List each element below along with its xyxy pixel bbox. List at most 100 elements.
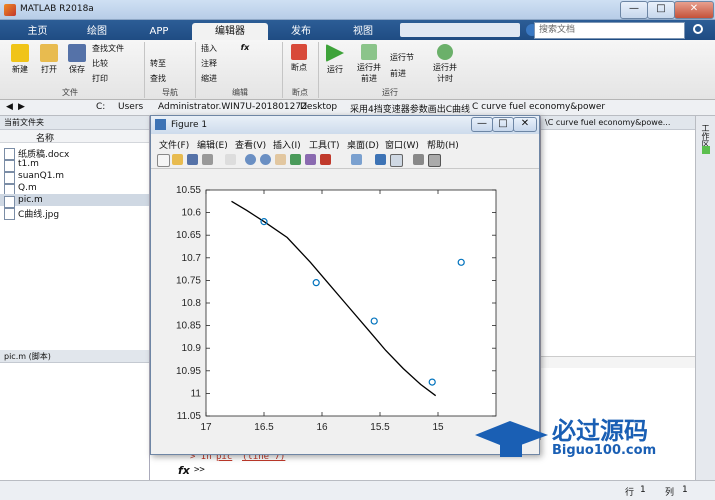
menu-help[interactable]: 帮助(H) <box>427 138 459 151</box>
open-button[interactable]: 打开 <box>36 44 62 75</box>
pointer-icon[interactable] <box>225 154 236 165</box>
fx-button[interactable]: fx <box>238 43 252 52</box>
command-prompt[interactable]: >> <box>194 465 205 475</box>
figure-window[interactable]: Figure 1 — □ ✕ 文件(F) 编辑(E) 查看(V) 插入(I) 工… <box>150 115 540 455</box>
file-item[interactable]: C曲线.jpg <box>4 207 59 220</box>
compare-button[interactable]: 比较 <box>92 58 140 69</box>
menu-insert[interactable]: 插入(I) <box>273 138 301 151</box>
menu-window[interactable]: 窗口(W) <box>385 138 419 151</box>
print-label: 打印 <box>92 74 108 83</box>
x-tick-label: 17 <box>200 422 212 433</box>
open-file-icon[interactable] <box>172 154 183 165</box>
run-advance-label: 运行并 前进 <box>357 63 381 83</box>
y-tick-label: 10.85 <box>176 321 201 332</box>
new-figure-icon[interactable] <box>157 154 170 167</box>
advance-button[interactable]: 前进 <box>390 68 430 79</box>
run-button[interactable]: 运行 <box>322 44 348 75</box>
status-indicator <box>702 146 710 154</box>
path-segment[interactable]: 采用4挡变速器参数画出C曲线 <box>350 102 470 115</box>
figure-minimize-button[interactable]: — <box>471 117 493 132</box>
pan-icon[interactable] <box>275 154 286 165</box>
path-segment[interactable]: Desktop <box>300 102 337 112</box>
tab-publish[interactable]: 发布 <box>272 23 330 40</box>
comment-button[interactable]: 注释 <box>198 58 220 69</box>
menu-file[interactable]: 文件(F) <box>159 138 189 151</box>
data-cursor-icon[interactable] <box>305 154 316 165</box>
zoom-out-icon[interactable] <box>260 154 271 165</box>
file-item[interactable]: suanQ1.m <box>4 171 65 184</box>
file-group-label: 文件 <box>62 88 78 97</box>
find-button[interactable]: 查找 <box>150 73 190 84</box>
goto-button[interactable]: 转至 <box>150 58 190 69</box>
menu-tools[interactable]: 工具(T) <box>309 138 340 151</box>
breakpoints-button[interactable]: 断点 <box>286 44 312 73</box>
legend-icon[interactable] <box>390 154 403 167</box>
brush-icon[interactable] <box>320 154 331 165</box>
link-plot-icon[interactable] <box>351 154 362 165</box>
print-button[interactable]: 打印 <box>92 73 140 84</box>
menu-view[interactable]: 查看(V) <box>235 138 266 151</box>
indent-label: 缩进 <box>201 74 217 83</box>
print-figure-icon[interactable] <box>202 154 213 165</box>
figure-maximize-button[interactable]: □ <box>492 117 514 132</box>
file-item[interactable]: t1.m <box>4 159 39 172</box>
save-figure-icon[interactable] <box>187 154 198 165</box>
run-advance-button[interactable]: 运行并 前进 <box>350 44 388 84</box>
tab-view[interactable]: 视图 <box>334 23 392 40</box>
comment-label: 注释 <box>201 59 217 68</box>
open-folder-icon <box>40 44 58 62</box>
file-name: suanQ1.m <box>18 171 65 181</box>
path-segment[interactable]: Users <box>118 102 143 112</box>
quick-access-toolbar[interactable] <box>400 23 520 37</box>
file-item[interactable]: pic.m <box>4 195 43 208</box>
matlab-logo-icon <box>4 4 16 16</box>
find-files-button[interactable]: 查找文件 <box>92 43 140 54</box>
new-button[interactable]: 新建 <box>6 44 34 75</box>
hide-tools-icon[interactable] <box>413 154 424 165</box>
run-label: 运行 <box>327 65 343 74</box>
col-label: 列 <box>665 488 675 498</box>
minimize-button[interactable]: — <box>620 1 648 19</box>
rotate-icon[interactable] <box>290 154 301 165</box>
current-folder-panel: 当前文件夹 名称 纸质稿.docx t1.m suanQ1.m Q.m pic.… <box>0 116 150 500</box>
back-icon[interactable]: ◀ <box>6 102 13 112</box>
menu-desktop[interactable]: 桌面(D) <box>347 138 379 151</box>
insert-button[interactable]: 插入 <box>198 43 220 54</box>
show-tools-icon[interactable] <box>428 154 441 167</box>
advance-label: 前进 <box>390 69 406 78</box>
divider <box>144 42 145 98</box>
editor-path: \C curve fuel economy&powe... <box>541 116 695 130</box>
figure-close-button[interactable]: ✕ <box>513 117 537 132</box>
column-name-header[interactable]: 名称 <box>36 131 54 144</box>
y-tick-label: 10.75 <box>176 275 201 286</box>
zoom-in-icon[interactable] <box>245 154 256 165</box>
forward-icon[interactable]: ▶ <box>18 102 25 112</box>
close-button[interactable]: ✕ <box>674 1 714 19</box>
save-button[interactable]: 保存 <box>64 44 90 75</box>
indent-button[interactable]: 缩进 <box>198 73 220 84</box>
editor-ribbon: 新建 打开 保存 查找文件 比较 打印 文件 转至 查找 导航 插入 注释 缩进… <box>0 40 715 100</box>
file-name: Q.m <box>18 183 37 193</box>
run-section-button[interactable]: 运行节 <box>390 52 430 63</box>
search-icon[interactable] <box>693 24 703 34</box>
search-input[interactable]: 搜索文档 <box>534 22 685 39</box>
tab-apps[interactable]: APP <box>130 23 188 40</box>
editor-scrollbar[interactable] <box>541 356 695 368</box>
colorbar-icon[interactable] <box>375 154 386 165</box>
path-segment[interactable]: C: <box>96 102 105 112</box>
path-bar[interactable]: ◀ ▶ C: Users Administrator.WIN7U-2018012… <box>0 100 715 116</box>
file-icon <box>4 196 15 208</box>
y-tick-label: 10.65 <box>176 230 201 241</box>
figure-titlebar: Figure 1 — □ ✕ <box>151 116 539 134</box>
x-tick-label: 16.5 <box>254 422 274 433</box>
compare-label: 比较 <box>92 59 108 68</box>
tab-home[interactable]: 主页 <box>10 23 65 40</box>
run-time-button[interactable]: 运行并 计时 <box>430 44 460 84</box>
path-segment[interactable]: C curve fuel economy&power <box>472 102 605 112</box>
maximize-button[interactable]: □ <box>647 1 675 19</box>
path-segment[interactable]: Administrator.WIN7U-20180127Z <box>158 102 307 112</box>
file-item[interactable]: Q.m <box>4 183 37 196</box>
menu-edit[interactable]: 编辑(E) <box>197 138 228 151</box>
tab-plots[interactable]: 绘图 <box>68 23 126 40</box>
tab-editor[interactable]: 编辑器 <box>192 23 268 40</box>
